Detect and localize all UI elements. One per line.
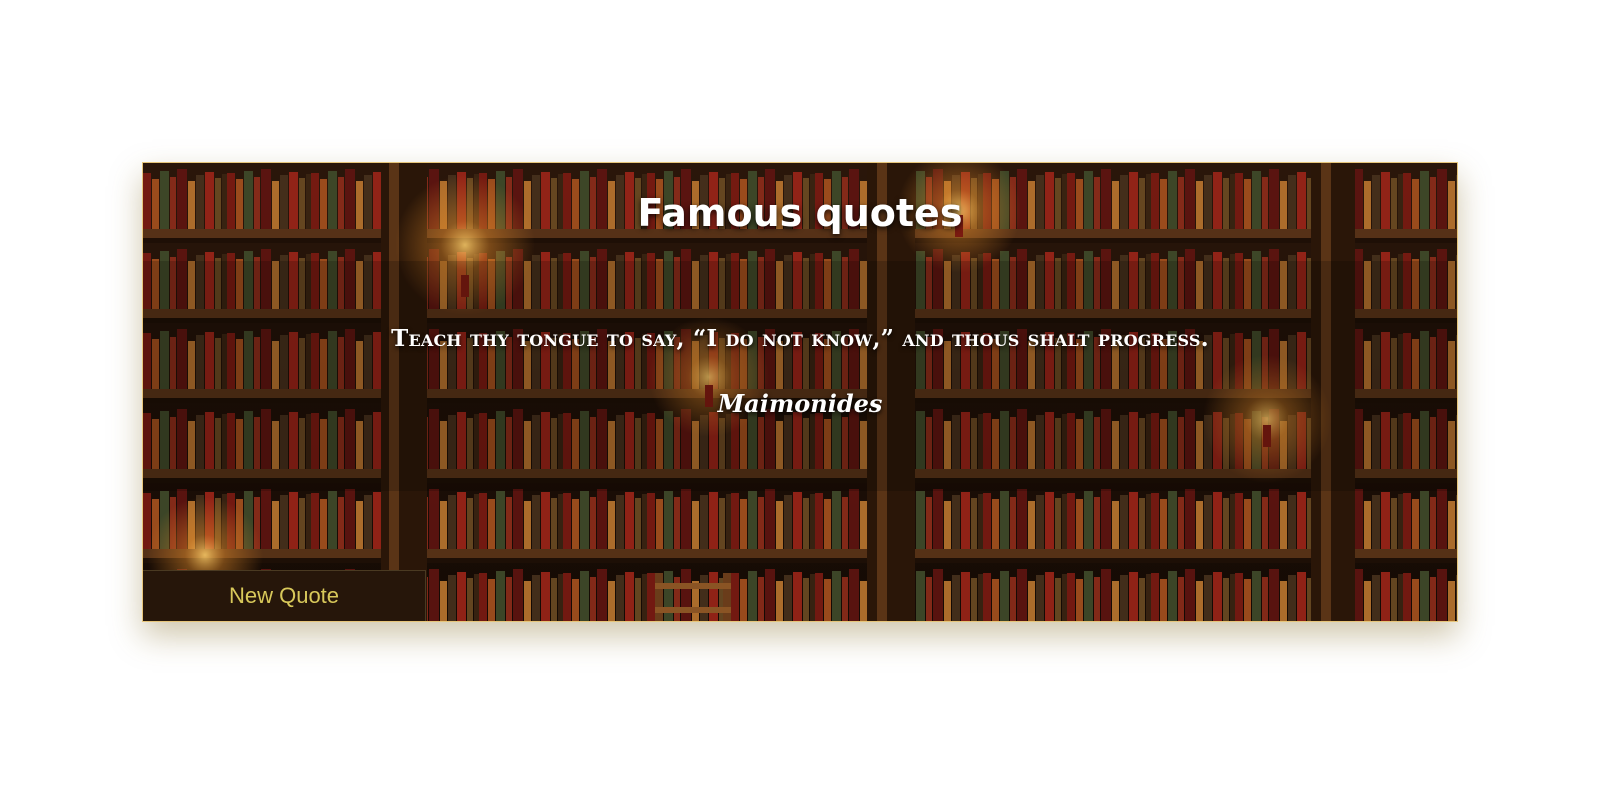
new-quote-button[interactable]: New Quote [143, 570, 426, 621]
quote-author: Maimonides [717, 389, 883, 418]
quote-card: Famous quotes Teach thy tongue to say, “… [142, 162, 1458, 622]
quote-text: Teach thy tongue to say, “I do not know,… [391, 325, 1209, 352]
page-title: Famous quotes [637, 191, 963, 235]
quote-backdrop [143, 261, 1457, 491]
